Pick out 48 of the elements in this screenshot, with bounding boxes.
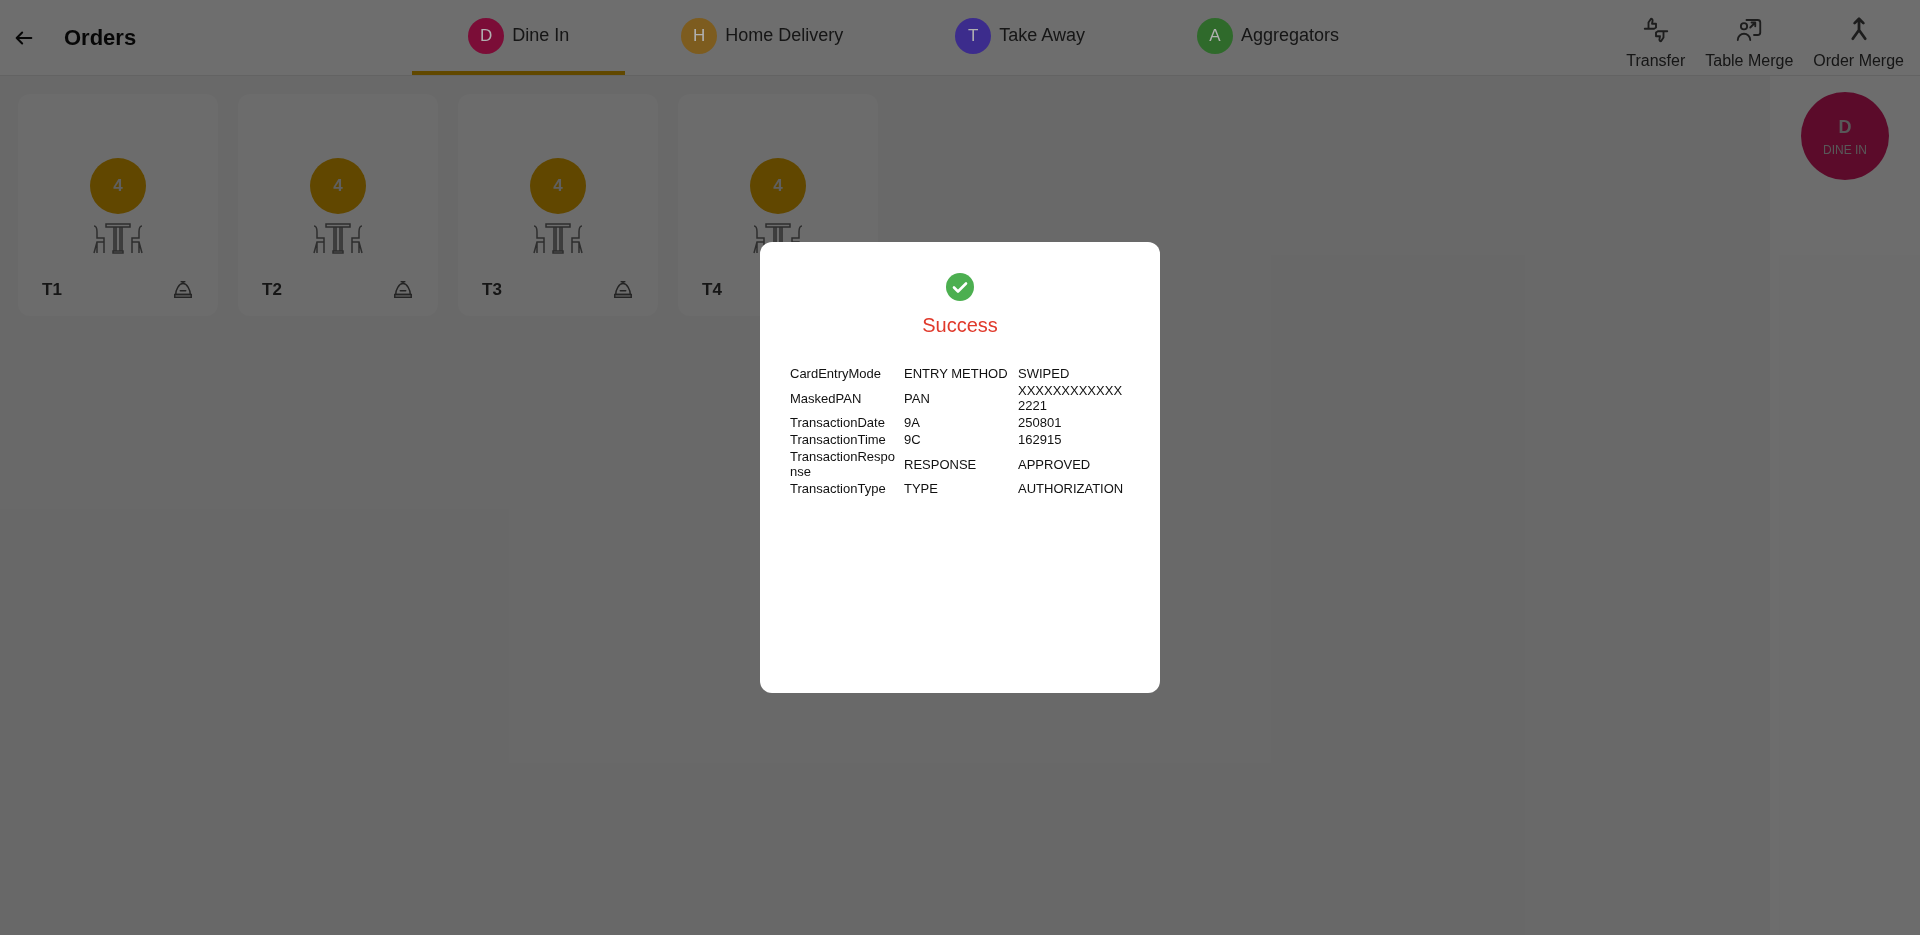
detail-cell-text: TransactionTime bbox=[790, 432, 887, 447]
seat-count-badge: 4 bbox=[310, 158, 366, 214]
table-card[interactable]: 4 T2 bbox=[238, 94, 438, 316]
table-name: T2 bbox=[262, 278, 282, 301]
detail-cell-text: MaskedPAN bbox=[790, 390, 863, 406]
service-bell-icon bbox=[172, 278, 194, 301]
table-card[interactable]: 4 T1 bbox=[18, 94, 218, 316]
table-name: T3 bbox=[482, 278, 502, 301]
detail-cell-text: XXXXXXXXXXXX2221 bbox=[1018, 383, 1124, 413]
toolbar-action-button[interactable]: Table Merge bbox=[1697, 14, 1802, 73]
detail-cell-text: TransactionType bbox=[790, 481, 887, 496]
toolbar-action-button[interactable]: Order Merge bbox=[1805, 14, 1912, 73]
detail-cell-text: TYPE bbox=[904, 481, 939, 496]
detail-cell-text: 250801 bbox=[1018, 415, 1063, 430]
detail-cell-text: AUTHORIZATION bbox=[1018, 481, 1125, 496]
detail-cell-text: 162915 bbox=[1018, 432, 1063, 447]
seat-count-badge: 4 bbox=[750, 158, 806, 214]
detail-cell-text: SWIPED bbox=[1018, 366, 1071, 381]
detail-cell-text: APPROVED bbox=[1018, 456, 1092, 472]
tab-letter-badge: D bbox=[468, 17, 505, 54]
detail-cell-text: RESPONSE bbox=[904, 456, 978, 472]
order-type-tab[interactable]: T Take Away bbox=[899, 0, 1141, 75]
page-title: Orders bbox=[64, 24, 137, 52]
seat-count-badge: 4 bbox=[530, 158, 586, 214]
table-name: T1 bbox=[42, 278, 62, 301]
detail-cell-text: TransactionDate bbox=[790, 415, 886, 430]
detail-cell-text: 9C bbox=[904, 432, 922, 447]
badge-letter: D bbox=[1838, 115, 1852, 139]
detail-cell-text: PAN bbox=[904, 390, 931, 406]
table-name: T4 bbox=[702, 278, 722, 301]
toolbar-action-button[interactable]: Transfer bbox=[1618, 14, 1694, 73]
dialog-title: Success bbox=[922, 313, 998, 338]
dine-in-badge[interactable]: D DINE IN bbox=[1801, 92, 1889, 180]
tab-letter-badge: T bbox=[955, 17, 992, 54]
detail-cell-text: 9A bbox=[904, 415, 921, 430]
order-type-tab[interactable]: A Aggregators bbox=[1140, 0, 1396, 75]
detail-cell-text: ENTRY METHOD bbox=[904, 366, 1009, 381]
service-bell-icon bbox=[612, 278, 634, 301]
service-bell-icon bbox=[392, 278, 414, 301]
order-type-tab[interactable]: H Home Delivery bbox=[625, 0, 900, 75]
badge-label: DINE IN bbox=[1823, 141, 1867, 159]
detail-cell-text: CardEntryMode bbox=[790, 366, 883, 381]
check-circle-icon bbox=[945, 272, 975, 302]
detail-cell-text: TransactionResponse bbox=[790, 449, 896, 479]
seat-count-badge: 4 bbox=[90, 158, 146, 214]
order-type-tab[interactable]: D Dine In bbox=[412, 0, 626, 75]
tab-letter-badge: H bbox=[681, 17, 718, 54]
tab-letter-badge: A bbox=[1196, 17, 1233, 54]
